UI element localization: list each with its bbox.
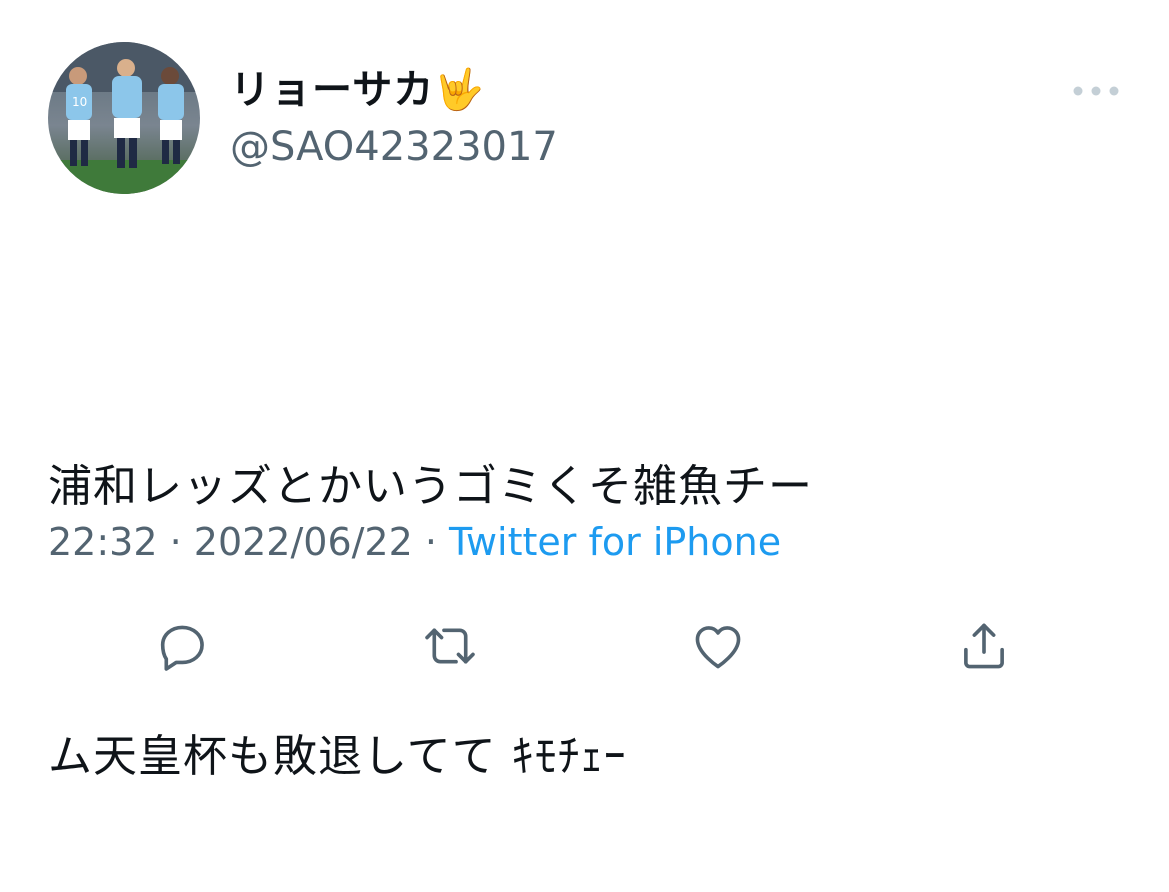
meta-separator: · xyxy=(157,520,194,564)
user-handle[interactable]: @SAO42323017 xyxy=(230,124,558,170)
tweet-date[interactable]: 2022/06/22 xyxy=(194,520,413,564)
avatar-image: 10 xyxy=(48,42,200,194)
heart-icon xyxy=(695,626,741,669)
more-horizontal-icon xyxy=(1073,86,1119,96)
like-button[interactable] xyxy=(688,616,748,676)
display-name[interactable]: リョーサカ🤟 xyxy=(230,64,485,116)
tweet-text: 浦和レッズとかいうゴミくそ雑魚チー ム天皇杯も敗退してて ｷﾓﾁｪｰ xyxy=(48,262,1128,892)
reply-icon xyxy=(160,625,204,671)
meta-separator: · xyxy=(412,520,450,564)
avatar[interactable]: 10 xyxy=(48,42,200,194)
tweet-text-line: ム天皇杯も敗退してて ｷﾓﾁｪｰ xyxy=(48,731,627,782)
tweet-time[interactable]: 22:32 xyxy=(48,520,158,564)
svg-text:10: 10 xyxy=(72,95,87,109)
share-icon xyxy=(964,623,1004,669)
share-button[interactable] xyxy=(954,616,1014,676)
retweet-button[interactable] xyxy=(420,616,480,676)
tweet-source-link[interactable]: Twitter for iPhone xyxy=(449,520,781,564)
retweet-icon xyxy=(425,628,475,664)
tweet-meta: 22:32 · 2022/06/22 · Twitter for iPhone xyxy=(48,516,781,568)
more-options-button[interactable] xyxy=(1068,76,1124,106)
reply-button[interactable] xyxy=(152,616,212,676)
